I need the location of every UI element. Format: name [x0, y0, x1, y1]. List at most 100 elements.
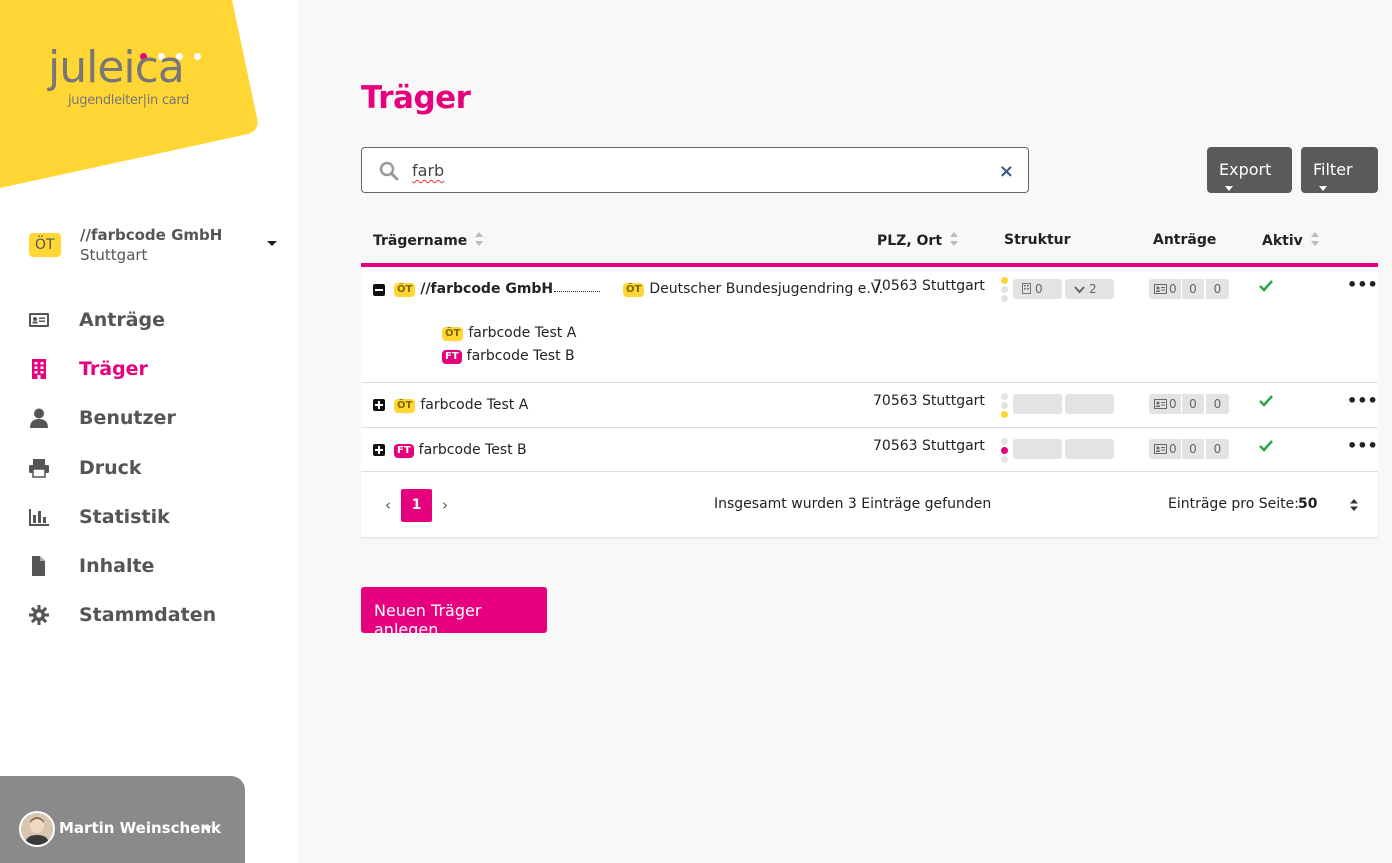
- table-body: ÖT //farbcode GmbH ÖT Deutscher Bundesjuge…: [361, 267, 1378, 472]
- antraege-count: 0: [1169, 282, 1177, 296]
- nav-item-druck[interactable]: Druck: [29, 450, 279, 499]
- traeger-name-cell: ÖT //farbcode GmbH: [394, 281, 553, 297]
- antraege-count[interactable]: 0: [1206, 279, 1229, 299]
- nav-item-inhalte[interactable]: Inhalte: [29, 548, 279, 597]
- header-plz-ort[interactable]: PLZ, Ort: [877, 232, 959, 249]
- id-card-icon: [1154, 284, 1167, 294]
- nav-label: Träger: [79, 358, 148, 381]
- avatar: [19, 811, 55, 847]
- struktur-pill[interactable]: [1065, 439, 1114, 459]
- table-footer: ‹ 1 › Insgesamt wurden 3 Einträge gefund…: [361, 472, 1378, 538]
- header-label: PLZ, Ort: [877, 233, 943, 249]
- header-aktiv[interactable]: Aktiv: [1262, 232, 1319, 249]
- traeger-name[interactable]: //farbcode GmbH: [420, 281, 553, 297]
- traeger-name[interactable]: farbcode Test B: [419, 442, 527, 458]
- clear-search-icon[interactable]: ×: [999, 161, 1014, 182]
- per-page-label: Einträge pro Seite:: [1168, 496, 1299, 512]
- parent-name[interactable]: Deutscher Bundesjugendring e.V.: [649, 281, 883, 297]
- struktur-pill[interactable]: [1013, 439, 1062, 459]
- check-icon: [1259, 280, 1273, 292]
- page-title: Träger: [361, 80, 471, 116]
- nav-item-statistik[interactable]: Statistik: [29, 499, 279, 548]
- antraege-count[interactable]: 0: [1182, 439, 1204, 459]
- traeger-name-cell: FT farbcode Test B: [394, 442, 527, 458]
- nav-item-antraege[interactable]: Anträge: [29, 302, 279, 351]
- struktur-pill[interactable]: [1013, 394, 1062, 414]
- table-row[interactable]: FT farbcode Test B 70563 Stuttgart 0 0 0 …: [361, 428, 1378, 472]
- user-menu[interactable]: Martin Weinschenk: [0, 776, 245, 863]
- table-row[interactable]: ÖT farbcode Test A 70563 Stuttgart 0 0 0 …: [361, 383, 1378, 428]
- sort-icon: [475, 232, 484, 246]
- more-actions-button[interactable]: •••: [1347, 391, 1378, 410]
- nav-item-traeger[interactable]: Träger: [29, 351, 279, 400]
- struktur-pill[interactable]: 2: [1065, 279, 1114, 299]
- antraege-count[interactable]: 0: [1182, 394, 1204, 414]
- type-badge: ÖT: [394, 283, 416, 297]
- antraege-pill[interactable]: 0: [1149, 439, 1181, 459]
- chevron-down-icon: [1074, 286, 1085, 294]
- logo-wordmark[interactable]: juleica: [48, 46, 185, 90]
- header-label: Trägername: [373, 233, 468, 249]
- pagination-page-current[interactable]: 1: [401, 489, 432, 522]
- filter-button[interactable]: Filter: [1301, 147, 1378, 193]
- pagination-next[interactable]: ›: [442, 496, 448, 514]
- sort-icon: [1310, 232, 1319, 246]
- per-page-select[interactable]: 50: [1298, 496, 1317, 512]
- logo-subtitle: jugendleiter|in card: [68, 93, 190, 108]
- struktur-count: 2: [1089, 282, 1097, 296]
- nav-item-benutzer[interactable]: Benutzer: [29, 400, 279, 449]
- location: 70563 Stuttgart: [873, 278, 985, 294]
- table-row[interactable]: ÖT //farbcode GmbH ÖT Deutscher Bundesjuge…: [361, 267, 1378, 383]
- struktur-dots: [1001, 438, 1009, 465]
- expand-icon[interactable]: [373, 399, 385, 411]
- type-badge: FT: [394, 444, 414, 458]
- sort-icon: [950, 232, 959, 246]
- location: 70563 Stuttgart: [873, 438, 985, 454]
- more-actions-button[interactable]: •••: [1347, 275, 1378, 294]
- struktur-pill[interactable]: [1065, 394, 1114, 414]
- bar-chart-icon: [29, 508, 49, 526]
- child-name[interactable]: farbcode Test B: [467, 348, 575, 364]
- caret-down-icon: [1225, 186, 1233, 191]
- struktur-dots: [1001, 393, 1009, 420]
- antraege-pill[interactable]: 0: [1149, 279, 1181, 299]
- antraege-pill[interactable]: 0: [1149, 394, 1181, 414]
- organisation-switcher[interactable]: ÖT //farbcode GmbH Stuttgart: [29, 224, 279, 268]
- struktur-dots: [1001, 277, 1009, 304]
- caret-down-icon: [1319, 186, 1327, 191]
- new-traeger-button[interactable]: Neuen Träger anlegen: [361, 587, 547, 639]
- type-badge: FT: [442, 350, 462, 364]
- id-card-icon: [29, 313, 49, 327]
- nav-label: Stammdaten: [79, 604, 217, 627]
- user-name: Martin Weinschenk: [59, 819, 221, 837]
- more-actions-button[interactable]: •••: [1347, 436, 1378, 455]
- header-label: Aktiv: [1262, 233, 1303, 249]
- caret-down-icon: [202, 826, 212, 831]
- antraege-count: 0: [1169, 442, 1177, 456]
- header-traegername[interactable]: Trägername: [373, 232, 484, 249]
- collapse-icon[interactable]: [373, 284, 385, 296]
- traeger-name[interactable]: farbcode Test A: [420, 397, 528, 413]
- antraege-count[interactable]: 0: [1182, 279, 1204, 299]
- nav-label: Inhalte: [79, 554, 155, 577]
- pagination-prev[interactable]: ‹: [385, 496, 391, 514]
- building-icon: [1022, 283, 1031, 294]
- search-field[interactable]: farb ×: [361, 147, 1029, 193]
- logo-area: juleica jugendleiter|in card: [0, 0, 298, 200]
- struktur-pill[interactable]: 0: [1013, 279, 1062, 299]
- child-name[interactable]: farbcode Test A: [468, 325, 576, 341]
- search-input[interactable]: farb: [412, 161, 444, 180]
- nav-label: Statistik: [79, 505, 170, 528]
- antraege-count[interactable]: 0: [1206, 394, 1229, 414]
- export-button[interactable]: Export: [1207, 147, 1292, 193]
- gear-icon: [29, 605, 49, 626]
- select-arrows-icon[interactable]: [1350, 499, 1358, 511]
- nav-item-stammdaten[interactable]: Stammdaten: [29, 597, 279, 646]
- avatar-image: [21, 813, 53, 845]
- location: 70563 Stuttgart: [873, 393, 985, 409]
- check-icon: [1259, 395, 1273, 407]
- expand-icon[interactable]: [373, 444, 385, 456]
- connector-line: [554, 291, 600, 292]
- id-card-icon: [1154, 444, 1167, 454]
- antraege-count[interactable]: 0: [1206, 439, 1229, 459]
